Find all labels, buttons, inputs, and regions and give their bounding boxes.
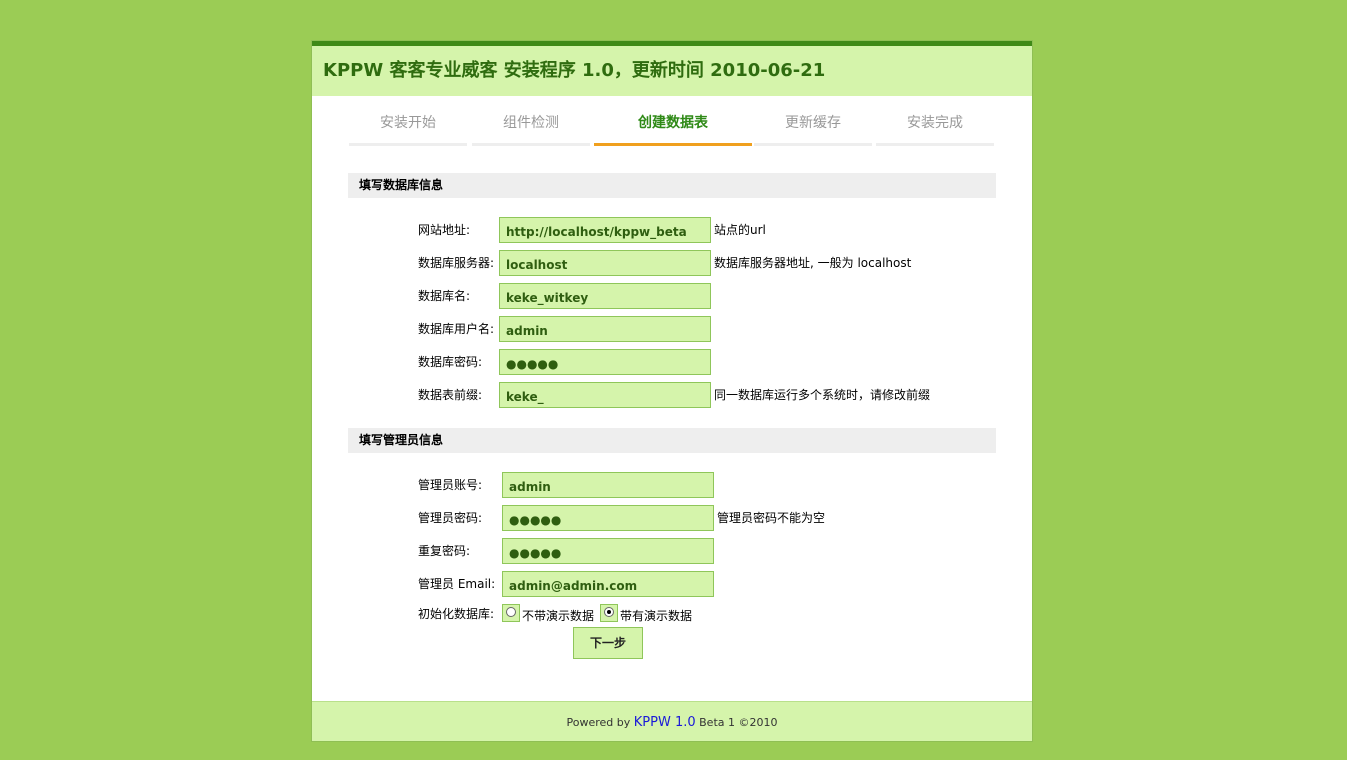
installer-panel: KPPW 客客专业威客 安装程序 1.0，更新时间 2010-06-21 安装开… [311,40,1033,742]
step-create-tables: 创建数据表 [594,112,752,146]
table-prefix-hint: 同一数据库运行多个系统时，请修改前缀 [714,388,931,402]
db-name-input[interactable]: keke_witkey [499,283,711,309]
repeat-password-input[interactable]: ●●●●● [502,538,714,564]
radio-checked-icon [604,607,614,617]
init-db-label: 初始化数据库: [418,607,495,621]
step-install-complete: 安装完成 [876,112,994,146]
radio-unchecked-icon [506,607,516,617]
site-url-hint: 站点的url [714,223,766,237]
footer-brand-link[interactable]: KPPW 1.0 [634,715,696,730]
step-install-start: 安装开始 [349,112,467,146]
db-password-label: 数据库密码: [418,355,483,369]
next-step-button[interactable]: 下一步 [573,627,643,659]
footer-version: Beta 1 ©2010 [699,716,778,729]
repeat-password-label: 重复密码: [418,544,471,558]
table-prefix-label: 数据表前缀: [418,388,483,402]
db-password-input[interactable]: ●●●●● [499,349,711,375]
admin-section-heading: 填写管理员信息 [348,428,996,453]
step-update-cache: 更新缓存 [754,112,872,146]
page-title: KPPW 客客专业威客 安装程序 1.0，更新时间 2010-06-21 [312,46,1032,96]
db-section-heading: 填写数据库信息 [348,173,996,198]
no-demo-data-radio[interactable] [502,604,520,622]
table-prefix-input[interactable]: keke_ [499,382,711,408]
admin-password-input[interactable]: ●●●●● [502,505,714,531]
admin-account-input[interactable]: admin [502,472,714,498]
admin-password-label: 管理员密码: [418,511,483,525]
admin-password-hint: 管理员密码不能为空 [717,511,826,525]
db-name-label: 数据库名: [418,289,471,303]
admin-email-label: 管理员 Email: [418,577,496,591]
with-demo-data-label: 带有演示数据 [620,609,693,623]
admin-email-input[interactable]: admin@admin.com [502,571,714,597]
db-server-label: 数据库服务器: [418,256,495,270]
step-component-check: 组件检测 [472,112,590,146]
with-demo-data-radio[interactable] [600,604,618,622]
admin-account-label: 管理员账号: [418,478,483,492]
db-server-hint: 数据库服务器地址, 一般为 localhost [714,256,912,270]
site-url-input[interactable]: http://localhost/kppw_beta [499,217,711,243]
db-server-input[interactable]: localhost [499,250,711,276]
footer-powered-by: Powered by [566,716,631,729]
footer: Powered by KPPW 1.0 Beta 1 ©2010 [312,701,1032,741]
no-demo-data-label: 不带演示数据 [522,609,595,623]
db-user-input[interactable]: admin [499,316,711,342]
site-url-label: 网站地址: [418,223,471,237]
db-user-label: 数据库用户名: [418,322,495,336]
